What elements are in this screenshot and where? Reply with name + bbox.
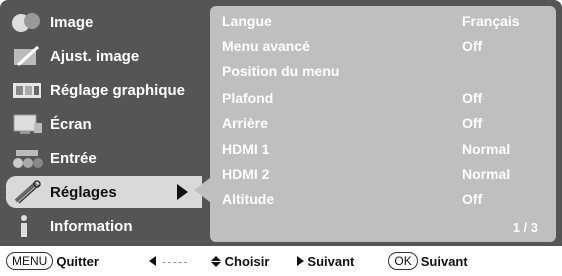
screen-icon (10, 111, 44, 137)
submenu-pointer (194, 178, 210, 202)
right-arrow-icon (297, 256, 305, 266)
setting-label: Menu avancé (222, 38, 310, 54)
setting-label: Altitude (222, 191, 275, 207)
image-icon (10, 9, 44, 35)
sidebar-item-entree[interactable]: Entrée (6, 142, 202, 174)
setting-value: Français (462, 13, 520, 29)
setting-row-altitude[interactable]: Altitude Off (222, 187, 546, 211)
next-hint: Suivant (307, 253, 355, 269)
sidebar-item-image[interactable]: Image (6, 6, 202, 38)
back-placeholder: ----- (161, 253, 189, 269)
left-arrow-icon (148, 256, 156, 266)
graphic-settings-icon (10, 77, 44, 103)
input-icon (10, 145, 44, 171)
sidebar-item-label: Image (50, 13, 94, 31)
setting-row-menu-avance[interactable]: Menu avancé Off (222, 34, 546, 58)
settings-panel: Langue Français Menu avancé Off Position… (210, 6, 556, 242)
setting-value: Normal (462, 166, 511, 182)
sidebar-item-information[interactable]: Information (6, 210, 202, 242)
setting-value: Off (462, 38, 483, 54)
sidebar-menu: Image Ajust. image Réglage graphique Écr… (6, 6, 202, 242)
setting-value: Off (462, 191, 483, 207)
quit-hint: Quitter (56, 253, 99, 269)
sidebar-item-label: Réglages (50, 183, 117, 201)
information-icon (10, 213, 44, 239)
setting-row-position-menu[interactable]: Position du menu (222, 59, 546, 83)
sidebar-item-reglages[interactable]: Réglages (6, 176, 202, 208)
setting-label: HDMI 2 (222, 166, 270, 182)
image-adjust-icon (10, 43, 44, 69)
setting-row-langue[interactable]: Langue Français (222, 9, 546, 33)
sidebar-item-ajust-image[interactable]: Ajust. image (6, 40, 202, 72)
footer-help-bar: MENU Quitter ----- Choisir Suivant OK Su… (0, 248, 562, 274)
ok-next-hint: Suivant (420, 253, 468, 269)
setting-row-hdmi1[interactable]: HDMI 1 Normal (222, 137, 546, 161)
sidebar-item-label: Ajust. image (50, 47, 140, 65)
setting-label: HDMI 1 (222, 141, 270, 157)
setting-value: Off (462, 90, 483, 106)
setting-value: Normal (462, 141, 511, 157)
menu-button-badge: MENU (6, 252, 54, 270)
setting-label: Arrière (222, 115, 268, 131)
sidebar-item-reglage-graphique[interactable]: Réglage graphique (6, 74, 202, 106)
setting-label: Position du menu (222, 63, 340, 79)
sidebar-item-label: Réglage graphique (50, 81, 186, 99)
settings-wrench-icon (10, 179, 44, 205)
ok-button-badge: OK (388, 252, 418, 270)
up-down-arrows-icon (210, 255, 221, 267)
submenu-arrow-icon (177, 184, 188, 200)
page-indicator: 1 / 3 (512, 220, 538, 235)
sidebar-item-ecran[interactable]: Écran (6, 108, 202, 140)
setting-value: Off (462, 115, 483, 131)
setting-row-plafond[interactable]: Plafond Off (222, 86, 546, 110)
setting-row-arriere[interactable]: Arrière Off (222, 111, 546, 135)
setting-row-hdmi2[interactable]: HDMI 2 Normal (222, 162, 546, 186)
choose-hint: Choisir (224, 253, 270, 269)
sidebar-item-label: Information (50, 217, 133, 235)
sidebar-item-label: Entrée (50, 149, 97, 167)
setting-label: Langue (222, 13, 272, 29)
setting-label: Plafond (222, 90, 274, 106)
sidebar-item-label: Écran (50, 115, 92, 133)
